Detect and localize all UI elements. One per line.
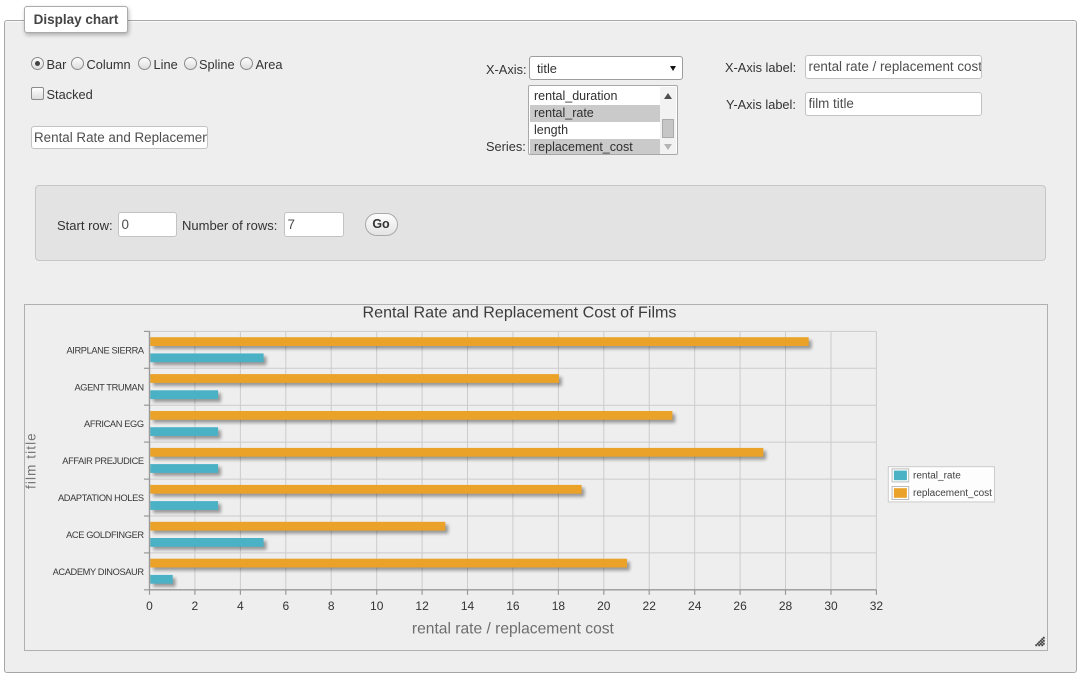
svg-text:26: 26: [733, 599, 747, 613]
svg-text:4: 4: [237, 599, 244, 613]
svg-text:6: 6: [282, 599, 289, 613]
svg-text:18: 18: [552, 599, 566, 613]
svg-text:16: 16: [506, 599, 520, 613]
svg-text:ACADEMY DINOSAUR: ACADEMY DINOSAUR: [53, 567, 145, 577]
svg-text:28: 28: [779, 599, 793, 613]
svg-text:replacement_cost: replacement_cost: [913, 488, 992, 499]
svg-text:8: 8: [328, 599, 335, 613]
svg-text:10: 10: [370, 599, 384, 613]
svg-text:14: 14: [461, 599, 475, 613]
svg-text:AFFAIR PREJUDICE: AFFAIR PREJUDICE: [62, 456, 144, 466]
svg-text:ACE GOLDFINGER: ACE GOLDFINGER: [66, 530, 144, 540]
svg-text:2: 2: [192, 599, 199, 613]
svg-text:22: 22: [643, 599, 657, 613]
svg-text:film title: film title: [25, 432, 39, 489]
svg-text:AIRPLANE SIERRA: AIRPLANE SIERRA: [67, 345, 145, 355]
svg-text:AGENT TRUMAN: AGENT TRUMAN: [74, 382, 143, 392]
svg-text:24: 24: [688, 599, 702, 613]
svg-text:Rental Rate and Replacement Co: Rental Rate and Replacement Cost of Film…: [363, 305, 677, 322]
svg-text:32: 32: [870, 599, 884, 613]
svg-text:rental rate / replacement cost: rental rate / replacement cost: [412, 621, 615, 638]
svg-text:0: 0: [146, 599, 153, 613]
svg-text:rental_rate: rental_rate: [913, 470, 961, 481]
svg-text:20: 20: [597, 599, 611, 613]
svg-text:ADAPTATION HOLES: ADAPTATION HOLES: [58, 493, 144, 503]
svg-text:12: 12: [415, 599, 429, 613]
svg-text:AFRICAN EGG: AFRICAN EGG: [84, 419, 144, 429]
svg-text:30: 30: [824, 599, 838, 613]
